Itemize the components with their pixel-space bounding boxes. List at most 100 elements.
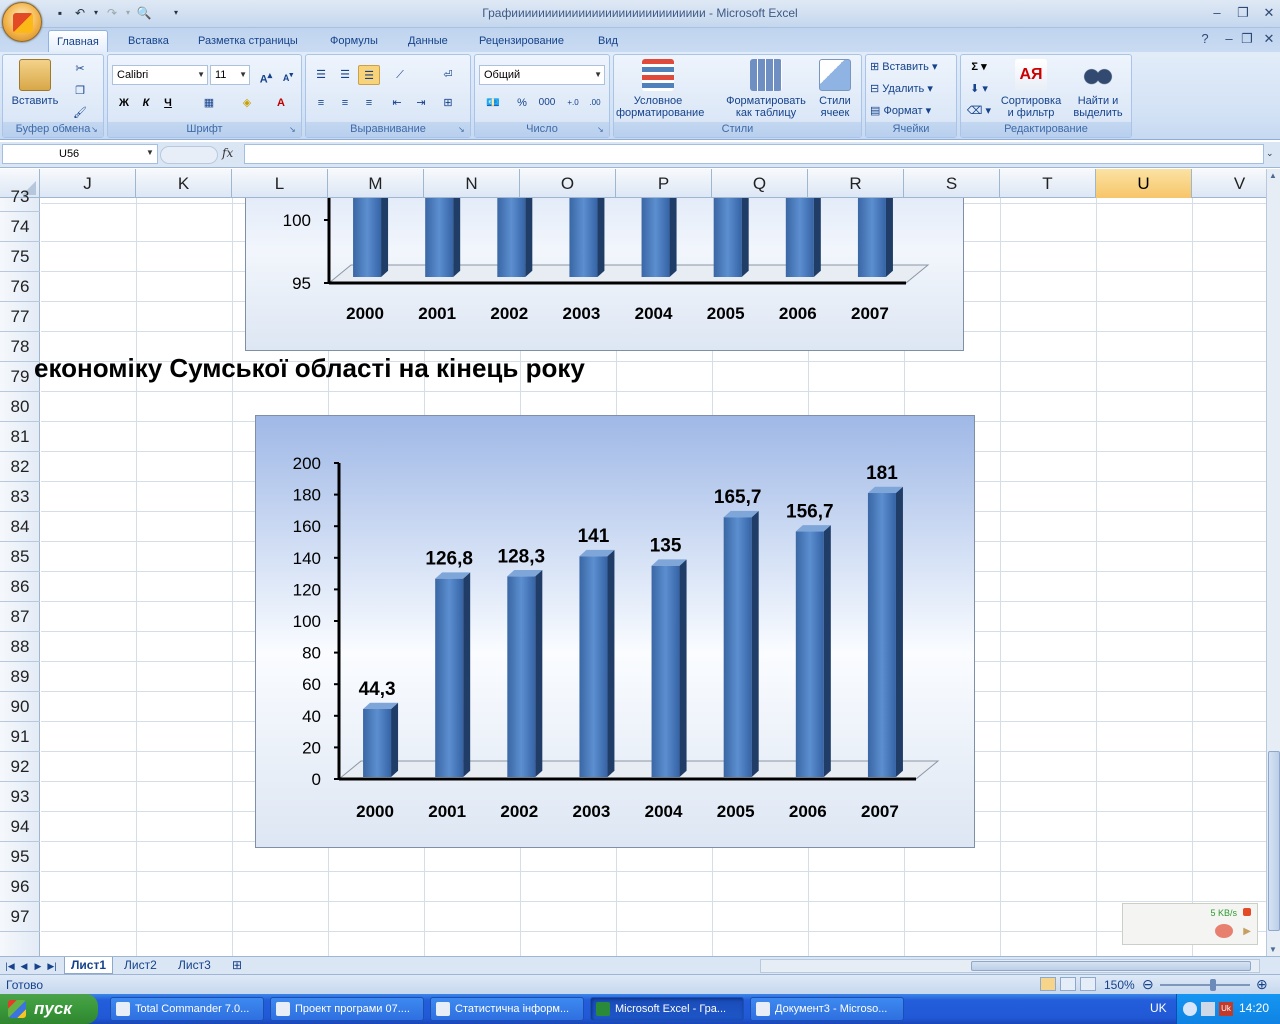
copy-icon[interactable]: ❐ [71, 81, 89, 101]
merge-center-icon[interactable]: ⊞ [436, 93, 460, 113]
row-header-90[interactable]: 90 [0, 692, 40, 722]
row-header-87[interactable]: 87 [0, 602, 40, 632]
language-indicator[interactable]: UK [1150, 1001, 1167, 1015]
page-layout-view-icon[interactable] [1060, 977, 1076, 991]
cut-icon[interactable]: ✂ [71, 59, 89, 79]
percent-button[interactable]: % [513, 93, 531, 113]
row-header-88[interactable]: 88 [0, 632, 40, 662]
tab-home[interactable]: Главная [48, 30, 108, 52]
row-header-95[interactable]: 95 [0, 842, 40, 872]
task-word-document[interactable]: Документ3 - Microso... [750, 997, 904, 1021]
clear-icon[interactable]: ⌫ ▾ [965, 101, 993, 121]
bold-button[interactable]: Ж [114, 93, 134, 113]
font-size-select[interactable]: 11 ▼ [210, 65, 250, 85]
column-header-r[interactable]: R [808, 169, 904, 198]
task-total-commander[interactable]: Total Commander 7.0... [110, 997, 264, 1021]
insert-sheet-icon[interactable]: ⊞ [226, 957, 248, 974]
close-icon[interactable]: ✕ [1256, 4, 1280, 22]
font-color-icon[interactable]: A [268, 93, 294, 113]
row-header-82[interactable]: 82 [0, 452, 40, 482]
zoom-out-icon[interactable]: ⊖ [1142, 976, 1154, 993]
row-header-93[interactable]: 93 [0, 782, 40, 812]
row-header-96[interactable]: 96 [0, 872, 40, 902]
number-format-select[interactable]: Общий ▼ [479, 65, 605, 85]
column-header-o[interactable]: O [520, 169, 616, 198]
underline-button[interactable]: Ч [158, 93, 178, 113]
format-cells-button[interactable]: ▤ Формат ▾ [870, 101, 954, 121]
keyboard-layout-icon[interactable]: Uk [1219, 1002, 1233, 1016]
row-header-97[interactable]: 97 [0, 902, 40, 932]
normal-view-icon[interactable] [1040, 977, 1056, 991]
clipboard-launcher-icon[interactable]: ↘ [91, 125, 101, 135]
increase-decimal-icon[interactable]: +.0 [563, 93, 583, 113]
task-browser-stats[interactable]: Статистична інформ... [430, 997, 584, 1021]
alignment-launcher-icon[interactable]: ↘ [458, 125, 468, 135]
row-header-91[interactable]: 91 [0, 722, 40, 752]
fill-color-icon[interactable]: ◈ [234, 93, 260, 113]
tab-view[interactable]: Вид [590, 30, 626, 52]
column-header-l[interactable]: L [232, 169, 328, 198]
italic-button[interactable]: К [136, 93, 156, 113]
expand-formula-bar-icon[interactable]: ⌄ [1266, 148, 1274, 159]
column-header-m[interactable]: M [328, 169, 424, 198]
formula-input[interactable] [244, 144, 1264, 164]
grow-font-icon[interactable]: A▴ [256, 65, 276, 86]
cell-styles-button[interactable]: Стили ячеек [812, 59, 858, 119]
decrease-indent-icon[interactable]: ⇤ [386, 93, 408, 113]
decrease-decimal-icon[interactable]: .00 [585, 93, 605, 113]
workbook-close-icon[interactable]: ✕ [1256, 30, 1280, 48]
align-left-icon[interactable]: ≡ [310, 93, 332, 113]
sort-filter-button[interactable]: AЯ Сортировка и фильтр [997, 59, 1065, 119]
tab-formulas[interactable]: Формулы [322, 30, 386, 52]
first-sheet-icon[interactable]: |◀ [4, 959, 16, 973]
thousands-button[interactable]: 000 [535, 93, 559, 113]
format-painter-icon[interactable]: 🖌 [71, 103, 89, 123]
row-header-73[interactable]: 73 [0, 182, 40, 212]
tab-insert[interactable]: Вставка [120, 30, 177, 52]
align-bottom-icon[interactable]: ☰ [358, 65, 380, 85]
row-header-81[interactable]: 81 [0, 422, 40, 452]
scroll-up-icon[interactable]: ▲ [1269, 171, 1277, 180]
column-header-k[interactable]: K [136, 169, 232, 198]
row-header-89[interactable]: 89 [0, 662, 40, 692]
task-excel[interactable]: Microsoft Excel - Гра... [590, 997, 744, 1021]
row-header-85[interactable]: 85 [0, 542, 40, 572]
autosum-button[interactable]: Σ ▾ [965, 57, 993, 77]
font-launcher-icon[interactable]: ↘ [289, 125, 299, 135]
column-header-n[interactable]: N [424, 169, 520, 198]
prev-sheet-icon[interactable]: ◀ [18, 959, 30, 973]
horizontal-scroll-thumb[interactable] [971, 961, 1251, 971]
network-close-icon[interactable] [1243, 908, 1251, 916]
row-header-86[interactable]: 86 [0, 572, 40, 602]
orientation-icon[interactable]: ⟋ [386, 65, 414, 85]
paste-button[interactable]: Вставить [11, 59, 59, 107]
sheet-tab-2[interactable]: Лист2 [118, 957, 163, 974]
borders-icon[interactable]: ▦ [196, 93, 222, 113]
tab-page-layout[interactable]: Разметка страницы [190, 30, 306, 52]
restore-icon[interactable]: ❐ [1230, 4, 1256, 22]
minimize-icon[interactable]: – [1204, 4, 1230, 22]
conditional-formatting-button[interactable]: Условное форматирование [616, 59, 704, 119]
row-header-92[interactable]: 92 [0, 752, 40, 782]
tab-review[interactable]: Рецензирование [471, 30, 572, 52]
chart-top[interactable]: 100 95 2000 2001 2002 2003 2004 2005 2006 2007 [245, 198, 964, 351]
align-right-icon[interactable]: ≡ [358, 93, 380, 113]
fill-icon[interactable]: ⬇ ▾ [965, 79, 993, 99]
scroll-down-icon[interactable]: ▼ [1269, 945, 1277, 954]
column-header-q[interactable]: Q [712, 169, 808, 198]
row-header-76[interactable]: 76 [0, 272, 40, 302]
row-header-83[interactable]: 83 [0, 482, 40, 512]
zoom-in-icon[interactable]: ⊕ [1256, 976, 1268, 993]
last-sheet-icon[interactable]: ▶| [46, 959, 58, 973]
task-word-project[interactable]: Проект програми 07.... [270, 997, 424, 1021]
number-launcher-icon[interactable]: ↘ [597, 125, 607, 135]
horizontal-scrollbar[interactable] [760, 959, 1260, 973]
row-header-77[interactable]: 77 [0, 302, 40, 332]
tray-arrow-icon[interactable] [1183, 1002, 1197, 1016]
name-box-dropdown-icon[interactable]: ▼ [146, 148, 154, 157]
currency-icon[interactable]: 💶 [479, 93, 507, 113]
column-header-t[interactable]: T [1000, 169, 1096, 198]
network-tray-icon[interactable] [1201, 1002, 1215, 1016]
find-select-button[interactable]: Найти и выделить [1067, 59, 1129, 119]
column-header-j[interactable]: J [40, 169, 136, 198]
